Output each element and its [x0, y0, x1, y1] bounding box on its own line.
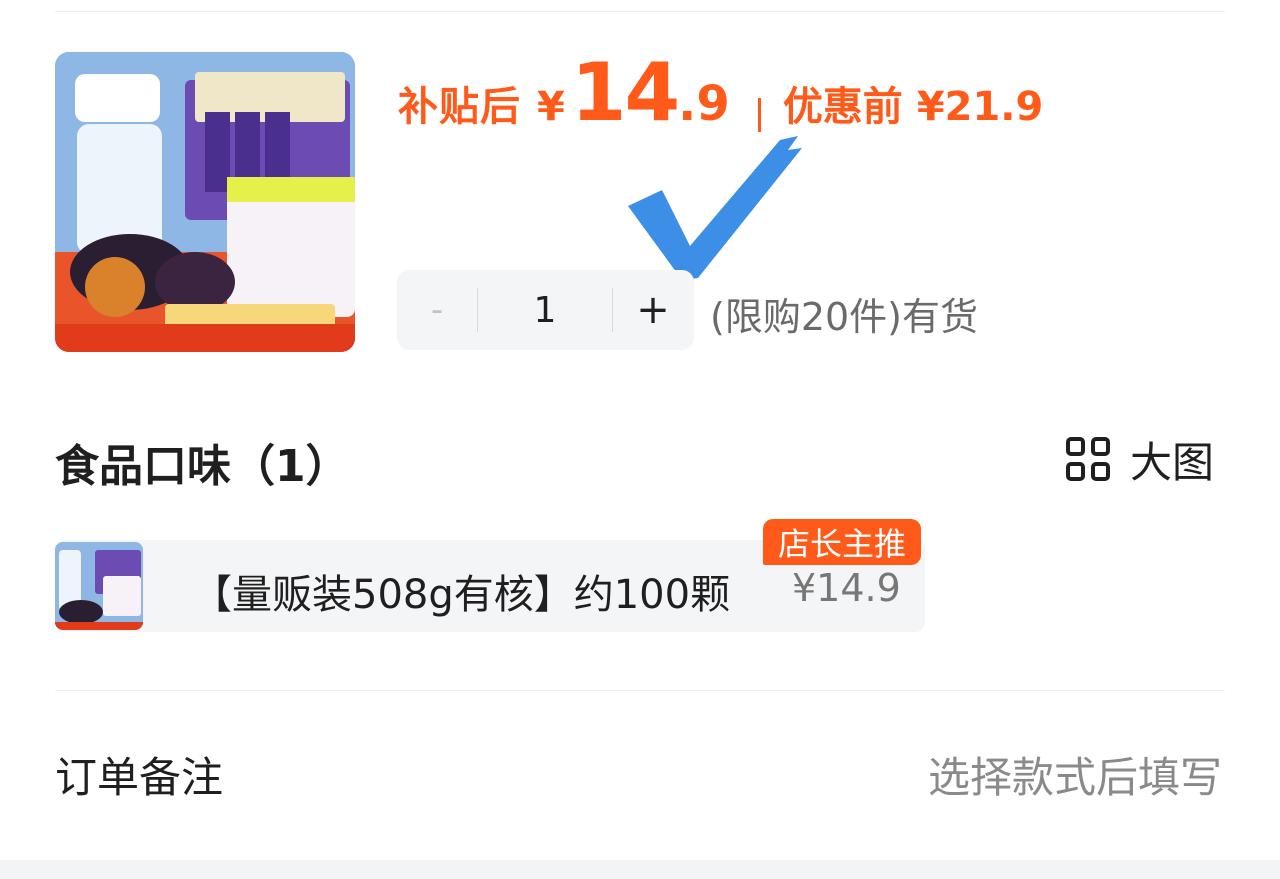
price-integer: 14: [570, 46, 680, 139]
product-image[interactable]: [55, 52, 355, 352]
flavor-section-title: 食品口味（1）: [55, 441, 350, 492]
price-currency: ¥: [537, 84, 565, 130]
subsidized-price-label: 补贴后: [398, 84, 521, 130]
increase-button[interactable]: +: [613, 270, 693, 350]
flavor-option-thumbnail: [55, 542, 143, 630]
flavor-option-name: 【量贩装508g有核】约100颗: [192, 572, 731, 618]
price-separator: [757, 98, 761, 132]
flavor-option-price: ¥14.9: [792, 566, 901, 610]
original-price-label: 优惠前: [782, 84, 903, 130]
recommend-badge: 店长主推: [763, 519, 921, 565]
big-image-button[interactable]: 大图: [1066, 434, 1214, 487]
quantity-value[interactable]: 1: [478, 290, 612, 331]
quantity-stepper[interactable]: - 1 +: [397, 270, 694, 350]
grid-icon: [1066, 437, 1110, 481]
order-note-label: 订单备注: [55, 753, 224, 802]
bottom-bar: [0, 860, 1280, 879]
section-divider: [55, 690, 1225, 691]
checkmark-icon: [628, 136, 802, 280]
stock-status: (限购20件)有货: [710, 295, 979, 339]
decrease-button[interactable]: -: [397, 270, 477, 350]
order-note-input[interactable]: 选择款式后填写: [928, 744, 1222, 805]
big-image-label: 大图: [1130, 437, 1215, 487]
top-divider: [55, 11, 1225, 12]
original-price: ¥21.9: [916, 84, 1044, 130]
price-decimal: .9: [678, 76, 730, 132]
